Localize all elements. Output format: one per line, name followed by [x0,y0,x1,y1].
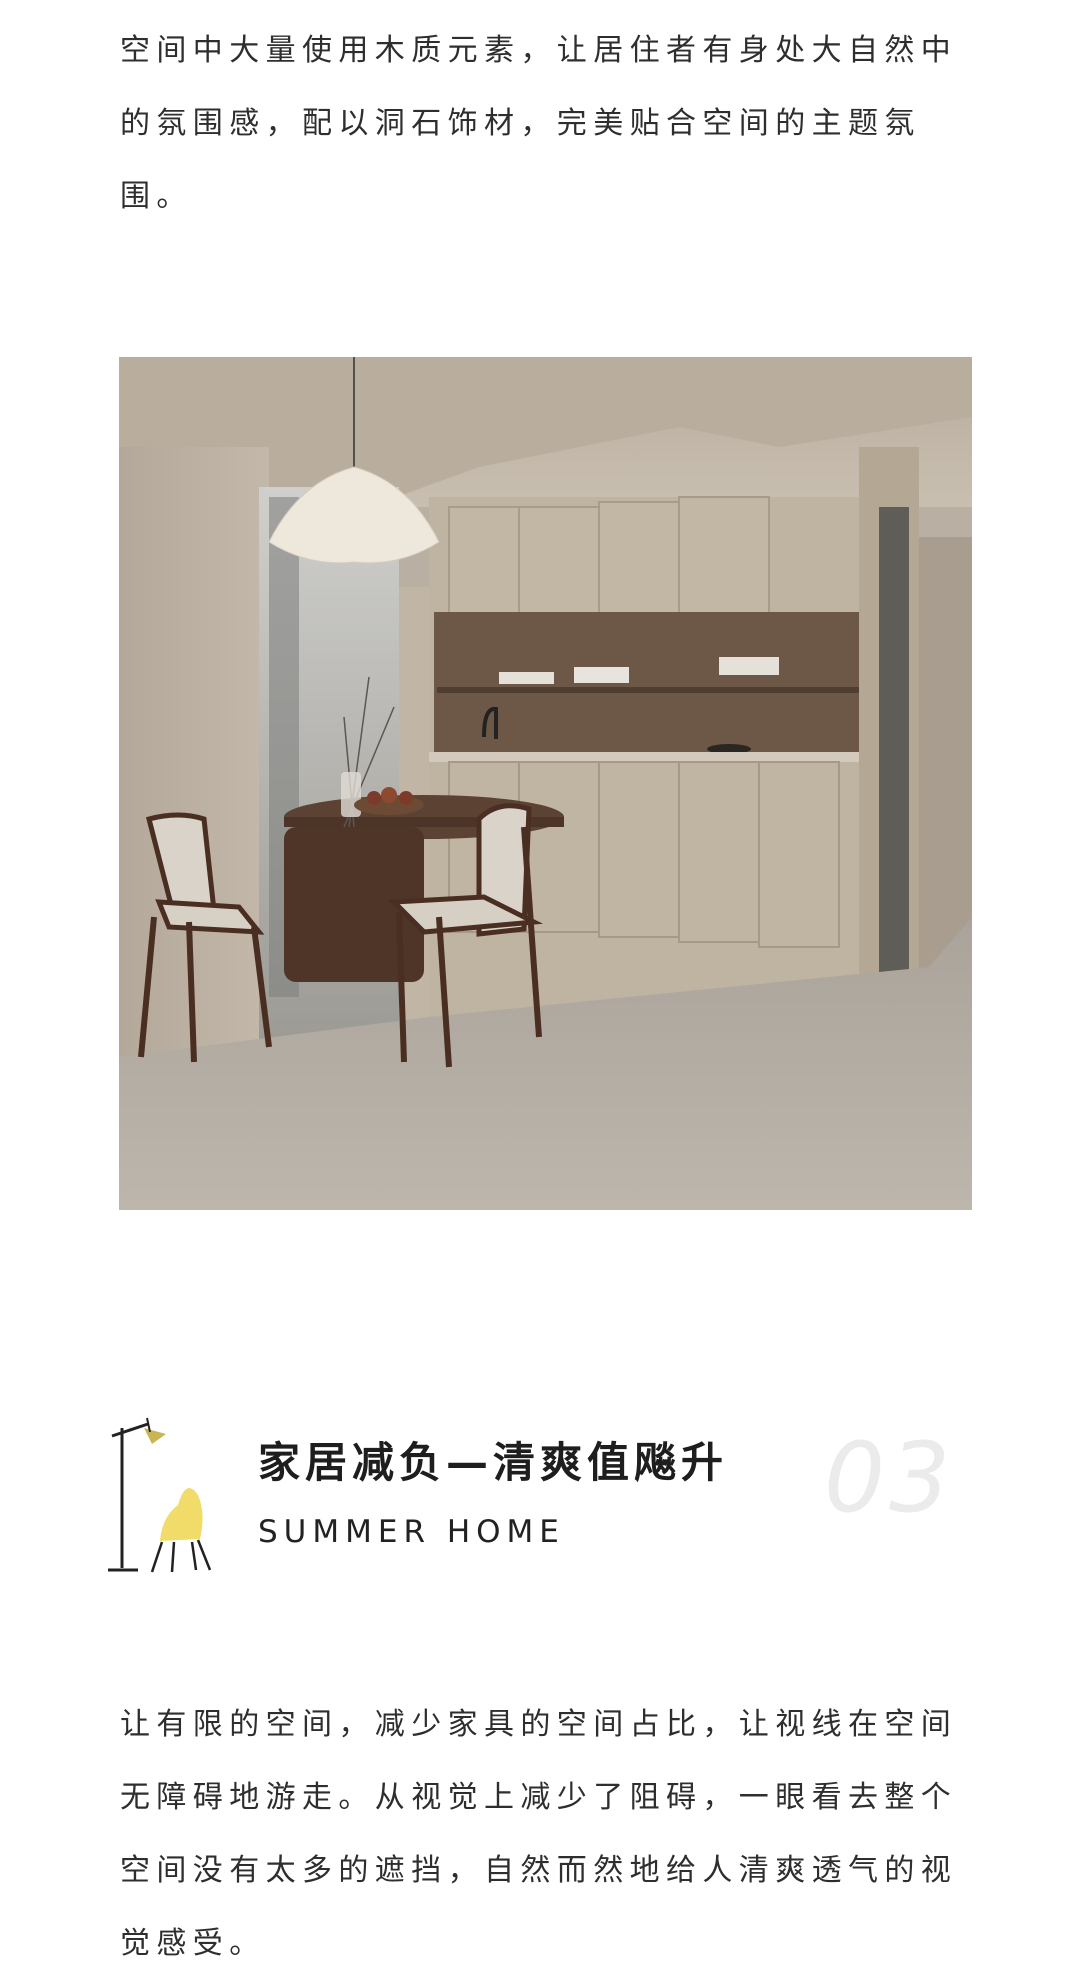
section-header: 家居减负—清爽值飚升 SUMMER HOME 03 [100,1410,980,1590]
chair-icon [100,1410,230,1580]
body-paragraph: 让有限的空间，减少家具的空间占比，让视线在空间无障碍地游走。从视觉上减少了阻碍，… [120,1707,958,1961]
dining-room-photo [119,357,972,1210]
section-title: 家居减负—清爽值飚升 [258,1438,729,1487]
section-number: 03 [824,1422,955,1534]
section-subtitle: SUMMER HOME [258,1514,565,1550]
intro-paragraph: 空间中大量使用木质元素，让居住者有身处大自然中的氛围感，配以洞石饰材，完美贴合空… [120,33,958,214]
